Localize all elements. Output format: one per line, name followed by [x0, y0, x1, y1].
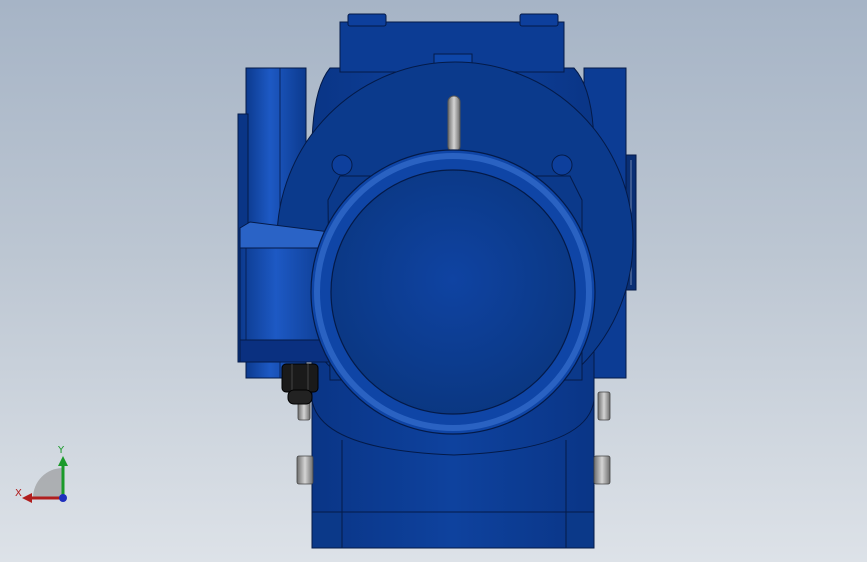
bolt-left-lower [296, 455, 314, 485]
y-axis-arrow [58, 456, 68, 466]
x-axis-label: X [15, 488, 22, 499]
lifting-eye [447, 95, 461, 153]
coordinate-triad: Y X [15, 445, 68, 503]
flange-bolt-left [331, 154, 353, 176]
flange-bolt-right [551, 154, 573, 176]
bolt-right-lower [593, 455, 611, 485]
top-bolt-right [519, 13, 559, 27]
triad-plane-quadrant [33, 468, 63, 498]
terminal-box-bottom [239, 339, 331, 363]
gearbox-base-step-right [565, 511, 595, 549]
gear-motor-model[interactable] [0, 0, 867, 562]
z-axis-dot [59, 494, 67, 502]
x-axis-arrow [22, 493, 32, 503]
y-axis-label: Y [57, 445, 65, 456]
bolt-right-upper [597, 391, 611, 421]
top-bolt-left [347, 13, 387, 27]
gearbox-base-step [311, 511, 343, 549]
fan-cover-face [330, 169, 576, 415]
graphics-viewport[interactable]: Y X [0, 0, 867, 562]
